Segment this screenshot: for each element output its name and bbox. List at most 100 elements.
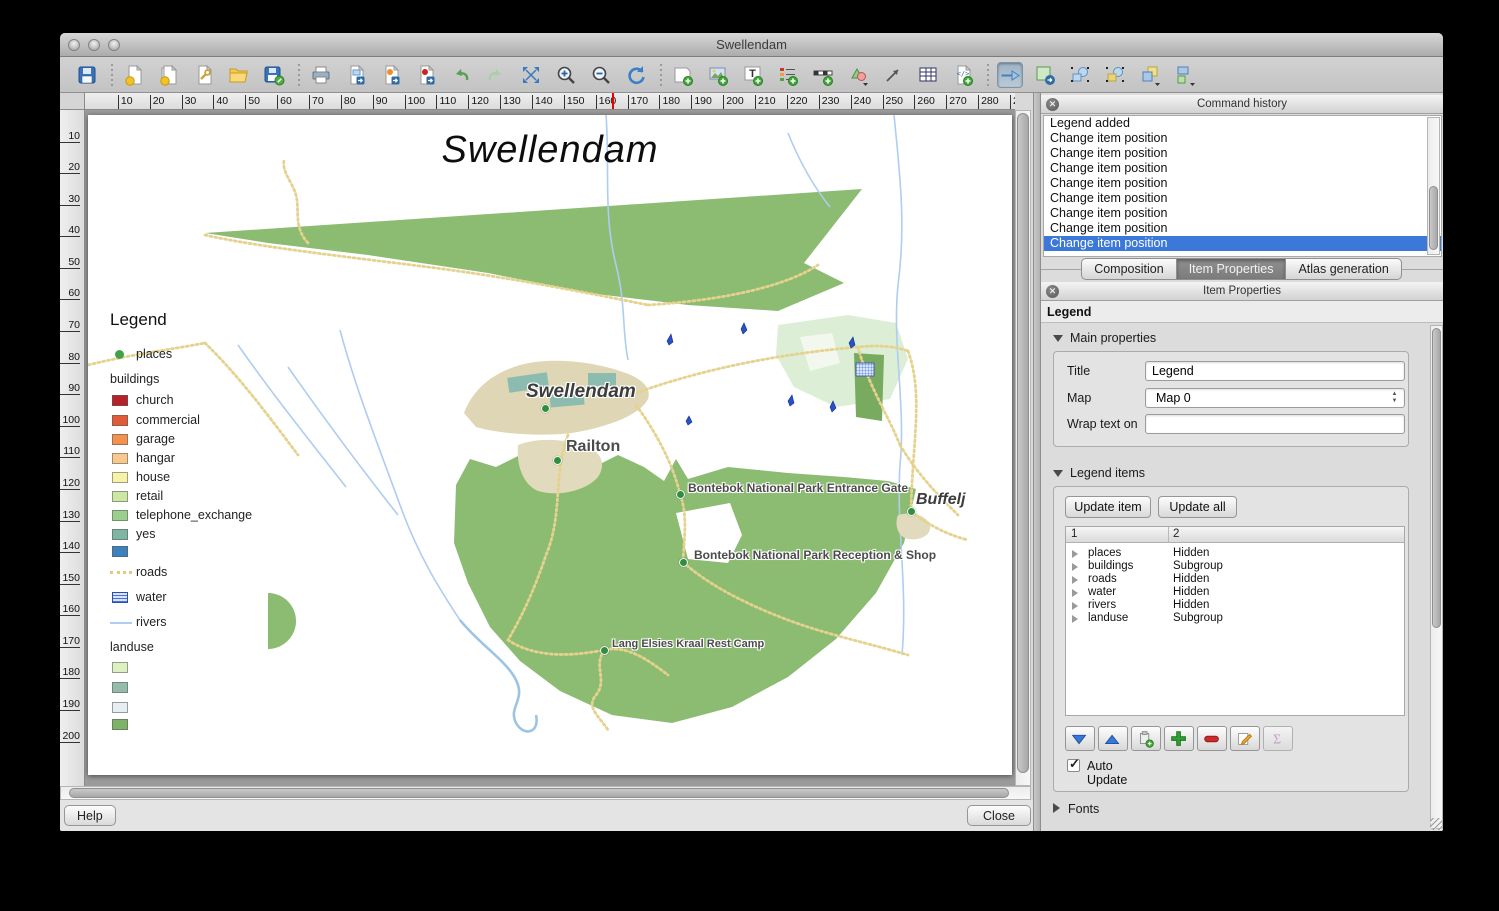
add-item-icon[interactable] <box>1164 726 1194 751</box>
expand-row-icon[interactable] <box>1072 589 1078 597</box>
history-scrollbar[interactable] <box>1427 117 1440 255</box>
vruler-tick: 190 <box>60 698 80 711</box>
zoom-in-icon[interactable] <box>553 62 579 88</box>
refresh-icon[interactable] <box>623 62 649 88</box>
history-item[interactable]: Change item position <box>1044 206 1441 221</box>
zoom-full-icon[interactable] <box>518 62 544 88</box>
resize-grip[interactable] <box>1430 818 1442 830</box>
map-legend-item[interactable]: Legend placesbuildingschurchcommercialga… <box>110 310 340 740</box>
tab-composition[interactable]: Composition <box>1081 258 1176 280</box>
align-icon[interactable] <box>1172 62 1198 88</box>
open-icon[interactable] <box>226 62 252 88</box>
add-html-icon[interactable]: </> <box>950 62 976 88</box>
expand-row-icon[interactable] <box>1072 576 1078 584</box>
remove-item-icon[interactable] <box>1197 726 1227 751</box>
titlebar[interactable]: Swellendam <box>60 33 1443 57</box>
history-scrollbar-thumb[interactable] <box>1429 186 1438 250</box>
map-select[interactable]: Map 0 ▲▼ <box>1145 388 1405 408</box>
raise-lower-icon[interactable] <box>1137 62 1163 88</box>
history-item[interactable]: Change item position <box>1044 221 1441 236</box>
add-table-icon[interactable] <box>915 62 941 88</box>
collapse-triangle-icon[interactable] <box>1053 470 1063 477</box>
undo-icon[interactable] <box>448 62 474 88</box>
history-item[interactable]: Change item position <box>1044 236 1441 251</box>
edit-item-icon[interactable] <box>1230 726 1260 751</box>
move-down-icon[interactable] <box>1065 726 1095 751</box>
history-item[interactable]: Change item position <box>1044 161 1441 176</box>
update-all-button[interactable]: Update all <box>1158 496 1237 518</box>
stepper-icon[interactable]: ▲▼ <box>1389 391 1400 406</box>
canvas-vertical-scrollbar[interactable] <box>1015 110 1031 786</box>
tab-atlas-generation[interactable]: Atlas generation <box>1285 258 1401 280</box>
tab-item-properties[interactable]: Item Properties <box>1176 258 1287 280</box>
legend-item-row[interactable]: placesHidden <box>1066 547 1404 560</box>
legend-item-row[interactable]: waterHidden <box>1066 586 1404 599</box>
history-item[interactable]: Change item position <box>1044 191 1441 206</box>
help-button[interactable]: Help <box>64 805 116 826</box>
command-history-titlebar[interactable]: ✕ Command history <box>1041 95 1443 114</box>
new-composition-icon[interactable] <box>121 62 147 88</box>
title-input[interactable] <box>1145 361 1405 381</box>
move-item-content-icon[interactable] <box>1032 62 1058 88</box>
print-icon[interactable] <box>308 62 334 88</box>
wrap-text-input[interactable] <box>1145 414 1405 434</box>
expand-row-icon[interactable] <box>1072 550 1078 558</box>
add-scalebar-icon[interactable] <box>810 62 836 88</box>
add-label-icon[interactable]: T <box>740 62 766 88</box>
ungroup-items-icon[interactable] <box>1102 62 1128 88</box>
select-move-item-icon[interactable] <box>997 62 1023 88</box>
add-image-icon[interactable] <box>705 62 731 88</box>
expand-triangle-icon[interactable] <box>1053 803 1060 813</box>
close-button[interactable]: Close <box>967 805 1031 826</box>
move-up-icon[interactable] <box>1098 726 1128 751</box>
legend-item-row[interactable]: buildingsSubgroup <box>1066 560 1404 573</box>
add-legend-icon[interactable] <box>775 62 801 88</box>
map-label: Buffelj <box>916 491 965 509</box>
item-properties-titlebar[interactable]: ✕ Item Properties <box>1041 282 1443 301</box>
canvas-vertical-scrollbar-thumb[interactable] <box>1017 113 1029 773</box>
group-items-icon[interactable] <box>1067 62 1093 88</box>
dock-splitter[interactable] <box>1033 93 1040 831</box>
save-icon[interactable] <box>74 62 100 88</box>
export-svg-icon[interactable] <box>378 62 404 88</box>
copy-item-icon[interactable] <box>1131 726 1161 751</box>
composition-page[interactable]: Swellendam Legend placesbuildingschurchc… <box>88 115 1012 775</box>
legend-item-row[interactable]: landuseSubgroup <box>1066 612 1404 625</box>
toolbar-separator <box>298 64 300 86</box>
composer-manager-icon[interactable] <box>191 62 217 88</box>
history-item[interactable]: Change item position <box>1044 176 1441 191</box>
history-item[interactable]: Change item position <box>1044 131 1441 146</box>
expand-row-icon[interactable] <box>1072 563 1078 571</box>
legend-items-table[interactable]: 1 2 placesHiddenbuildingsSubgrouproadsHi… <box>1065 526 1405 716</box>
checkbox-icon[interactable]: ✓ <box>1067 759 1080 772</box>
composer-window: Swellendam T</> 102030405060708090100110… <box>60 33 1443 831</box>
zoom-out-icon[interactable] <box>588 62 614 88</box>
duplicate-composition-icon[interactable] <box>156 62 182 88</box>
fonts-section[interactable]: Fonts <box>1053 802 1099 818</box>
hruler-tick: 20 <box>150 95 165 110</box>
properties-scrollbar[interactable] <box>1430 325 1443 829</box>
main-properties-section[interactable]: Main properties <box>1053 331 1156 347</box>
canvas-horizontal-scrollbar-thumb[interactable] <box>69 788 1009 798</box>
canvas-horizontal-scrollbar[interactable] <box>60 786 1031 800</box>
export-image-icon[interactable] <box>343 62 369 88</box>
composition-canvas[interactable]: Swellendam Legend placesbuildingschurchc… <box>85 110 1015 786</box>
export-pdf-icon[interactable] <box>413 62 439 88</box>
history-item[interactable]: Legend added <box>1044 116 1441 131</box>
count-sum-icon[interactable]: Σ <box>1263 726 1293 751</box>
expand-row-icon[interactable] <box>1072 602 1078 610</box>
add-shape-icon[interactable] <box>845 62 871 88</box>
properties-scrollbar-thumb[interactable] <box>1432 328 1441 628</box>
collapse-triangle-icon[interactable] <box>1053 335 1063 342</box>
redo-icon[interactable] <box>483 62 509 88</box>
legend-items-section[interactable]: Legend items <box>1053 466 1145 482</box>
add-arrow-icon[interactable] <box>880 62 906 88</box>
expand-row-icon[interactable] <box>1072 615 1078 623</box>
legend-item-row[interactable]: roadsHidden <box>1066 573 1404 586</box>
update-item-button[interactable]: Update item <box>1065 496 1151 518</box>
legend-item-row[interactable]: riversHidden <box>1066 599 1404 612</box>
add-map-icon[interactable] <box>670 62 696 88</box>
command-history-list[interactable]: Legend addedChange item positionChange i… <box>1043 115 1442 257</box>
history-item[interactable]: Change item position <box>1044 146 1441 161</box>
save-as-icon[interactable] <box>261 62 287 88</box>
